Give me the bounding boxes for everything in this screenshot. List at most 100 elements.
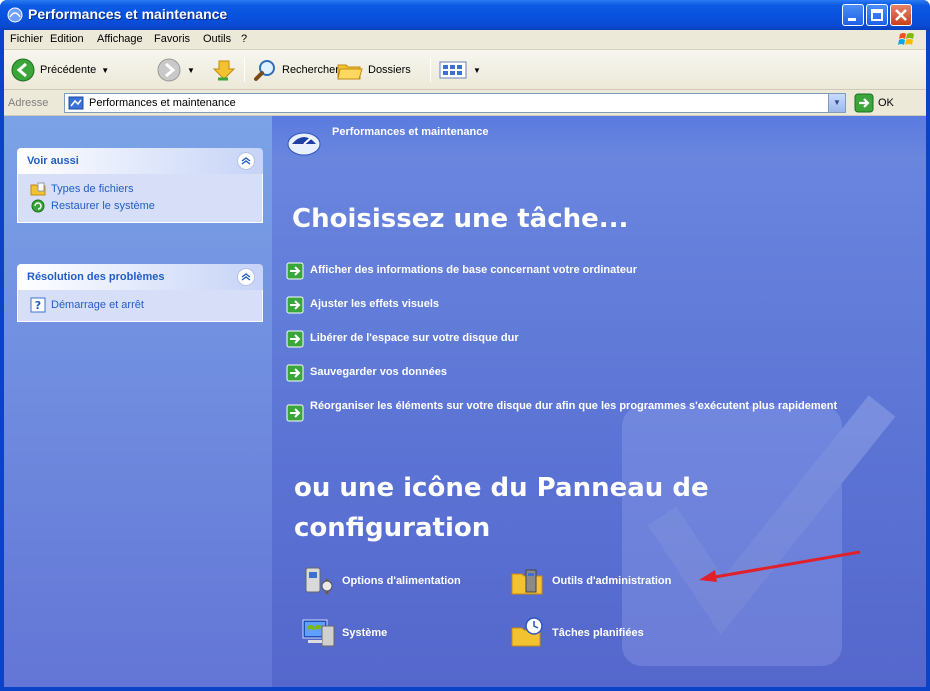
help-icon: ? [30, 297, 46, 312]
forward-dropdown-icon[interactable]: ▼ [187, 66, 195, 75]
system-restore-icon [31, 199, 45, 212]
back-arrow-icon [11, 58, 35, 82]
see-also-body: Types de fichiers Restaurer le système [17, 174, 263, 223]
go-label: OK [878, 97, 894, 109]
category-title: Performances et maintenance [332, 126, 489, 138]
toolbar-separator [244, 58, 245, 82]
task-label: Réorganiser les éléments sur votre disqu… [310, 400, 838, 412]
menu-favoris[interactable]: Favoris [154, 33, 190, 45]
cp-label: Options d'alimentation [342, 575, 461, 587]
link-file-types[interactable]: Types de fichiers [18, 180, 262, 197]
views-icon [439, 61, 467, 79]
task-heading: Choisissez une tâche... [292, 204, 629, 234]
cp-system[interactable]: Système [300, 616, 387, 650]
search-button[interactable]: Rechercher [252, 56, 339, 84]
forward-button[interactable]: ▼ [156, 56, 195, 84]
power-options-icon [305, 567, 333, 594]
performance-icon [7, 7, 23, 23]
task-item[interactable]: Réorganiser les éléments sur votre disqu… [286, 398, 906, 432]
back-label: Précédente [40, 64, 97, 76]
views-button[interactable]: ▼ [438, 56, 481, 84]
svg-text:?: ? [35, 299, 41, 312]
search-label: Rechercher [282, 64, 339, 76]
menu-outils[interactable]: Outils [203, 33, 231, 45]
address-input[interactable]: Performances et maintenance ▼ [64, 93, 846, 113]
title-bar[interactable]: Performances et maintenance [0, 0, 930, 30]
menu-edition[interactable]: Edition [50, 33, 84, 45]
collapse-button[interactable] [237, 268, 255, 286]
task-item[interactable]: Afficher des informations de base concer… [286, 262, 906, 296]
windows-logo-icon [898, 33, 914, 45]
category-header: Performances et maintenance [272, 116, 926, 160]
task-item[interactable]: Ajuster les effets visuels [286, 296, 906, 330]
address-value: Performances et maintenance [89, 97, 236, 109]
go-button[interactable]: OK [854, 93, 894, 113]
menu-help[interactable]: ? [241, 33, 247, 45]
window-title: Performances et maintenance [28, 6, 228, 22]
system-icon [302, 619, 335, 647]
annotation-arrow-icon [699, 550, 861, 582]
admin-tools-icon [511, 569, 543, 595]
collapse-button[interactable] [237, 152, 255, 170]
minimize-icon [848, 18, 856, 21]
search-icon [254, 60, 275, 81]
close-button[interactable] [890, 4, 912, 26]
content-area: Performances et maintenance Choisissez u… [272, 116, 926, 687]
up-button[interactable] [210, 56, 236, 84]
task-label: Sauvegarder vos données [310, 366, 447, 378]
back-dropdown-icon[interactable]: ▼ [101, 66, 109, 75]
task-pane: Voir aussi Types de fichiers Restaurer l… [4, 116, 272, 687]
folder-up-icon [212, 60, 236, 81]
address-bar: Adresse Performances et maintenance ▼ OK [4, 90, 926, 116]
chevron-up-icon [241, 273, 251, 281]
see-also-header[interactable]: Voir aussi [17, 148, 263, 174]
arrow-right-icon [286, 404, 304, 422]
forward-arrow-icon [157, 58, 181, 82]
menu-fichier[interactable]: Fichier [10, 33, 43, 45]
menu-affichage[interactable]: Affichage [97, 33, 143, 45]
cp-label: Système [342, 627, 388, 639]
folders-icon [337, 64, 363, 80]
toolbar-separator [430, 58, 431, 82]
minimize-button[interactable] [842, 4, 864, 26]
icon-heading: ou une icône du Panneau de configuration [294, 473, 709, 543]
task-label: Afficher des informations de base concer… [310, 264, 638, 276]
link-label: Types de fichiers [51, 182, 134, 195]
back-button[interactable]: Précédente ▼ [10, 56, 109, 84]
address-label: Adresse [8, 97, 49, 109]
link-startup-shutdown[interactable]: ? Démarrage et arrêt [18, 296, 262, 313]
arrow-right-icon [286, 364, 304, 382]
folders-button[interactable]: Dossiers [336, 56, 411, 84]
views-dropdown-icon[interactable]: ▼ [473, 66, 481, 75]
link-label: Démarrage et arrêt [51, 298, 144, 311]
troubleshoot-body: ? Démarrage et arrêt [17, 290, 263, 322]
address-dropdown-icon[interactable]: ▼ [828, 94, 845, 112]
scheduled-tasks-icon [511, 617, 543, 647]
troubleshoot-header[interactable]: Résolution des problèmes [17, 264, 263, 290]
cp-scheduled-tasks[interactable]: Tâches planifiées [510, 616, 644, 650]
file-types-icon [30, 182, 46, 195]
folders-label: Dossiers [368, 64, 411, 76]
arrow-right-icon [286, 262, 304, 280]
toolbar: Précédente ▼ ▼ Rechercher Dossiers ▼ [4, 50, 926, 90]
close-icon [895, 9, 907, 21]
link-label: Restaurer le système [51, 199, 155, 212]
task-item[interactable]: Libérer de l'espace sur votre disque dur [286, 330, 906, 364]
cp-power-options[interactable]: Options d'alimentation [300, 564, 461, 598]
task-list: Afficher des informations de base concer… [286, 262, 906, 432]
cp-label: Outils d'administration [552, 575, 672, 587]
maximize-button[interactable] [866, 4, 888, 26]
performance-gauge-icon [287, 132, 321, 156]
task-label: Libérer de l'espace sur votre disque dur [310, 332, 519, 344]
menu-bar: Fichier Edition Affichage Favoris Outils… [4, 30, 926, 50]
explorer-window: Performances et maintenance Fichier Edit… [0, 0, 930, 691]
arrow-right-icon [286, 296, 304, 314]
troubleshoot-title: Résolution des problèmes [27, 271, 165, 283]
performance-icon [68, 96, 84, 110]
cp-admin-tools[interactable]: Outils d'administration [510, 564, 671, 598]
maximize-icon [871, 9, 883, 21]
task-item[interactable]: Sauvegarder vos données [286, 364, 906, 398]
cp-label: Tâches planifiées [552, 627, 644, 639]
chevron-up-icon [241, 157, 251, 165]
link-system-restore[interactable]: Restaurer le système [18, 197, 262, 214]
